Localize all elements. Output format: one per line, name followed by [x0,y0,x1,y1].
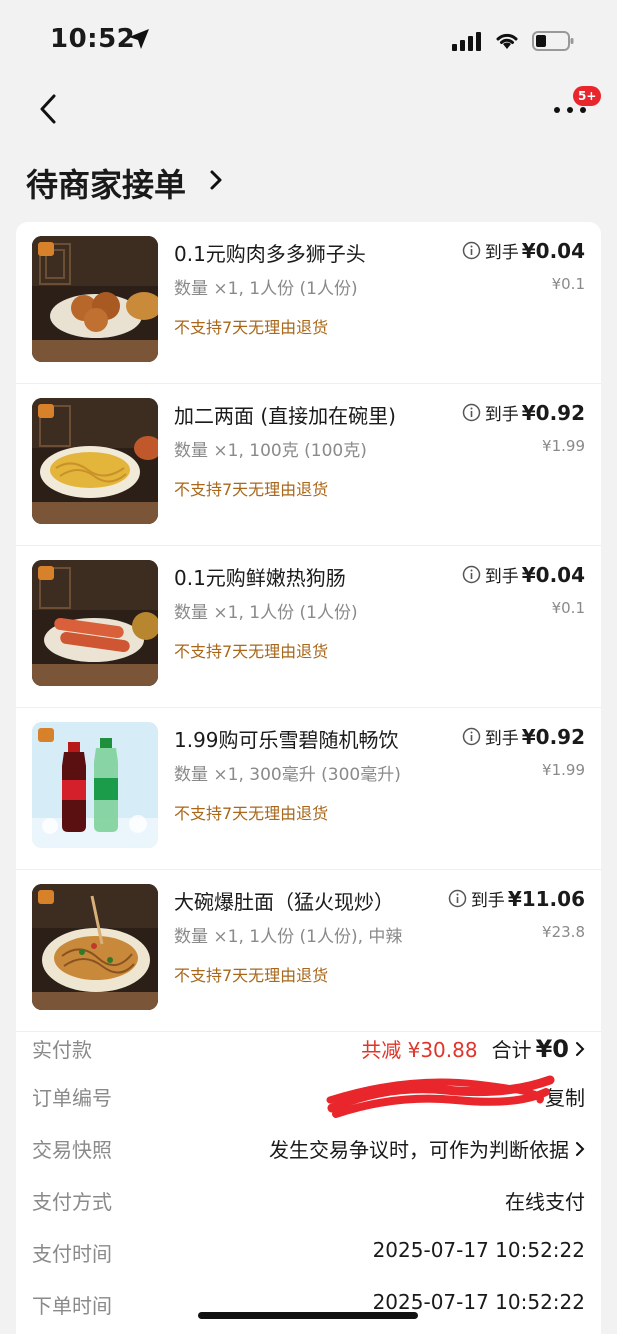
return-policy: 不支持7天无理由退货 [174,804,329,823]
snapshot-value[interactable]: 发生交易争议时，可作为判断依据 [269,1134,585,1163]
return-policy: 不支持7天无理由退货 [174,318,329,337]
order-time-label: 下单时间 [32,1294,112,1318]
payment-method-row: 支付方式 在线支付 [32,1180,585,1220]
net-price: ¥0.92 [521,400,585,425]
page-title[interactable]: 待商家接单 [26,160,186,206]
home-indicator[interactable] [198,1312,418,1319]
wifi-icon [496,33,518,49]
payment-time-value: 2025-07-17 10:52:22 [372,1238,585,1262]
paid-label: 实付款 [32,1038,92,1062]
cellular-signal-icon [452,32,481,51]
order-time-value: 2025-07-17 10:52:22 [372,1290,585,1314]
original-price: ¥1.99 [542,761,585,779]
item-quantity: 数量 ×1, 300毫升 (300毫升) [174,765,401,785]
item-name: 1.99购可乐雪碧随机畅饮 [174,728,399,752]
payment-method-label: 支付方式 [32,1190,112,1214]
chevron-right-icon [576,1041,585,1056]
order-card: 0.1元购肉多多狮子头 数量 ×1, 1人份 (1人份) 不支持7天无理由退货 … [16,222,601,1334]
item-quantity: 数量 ×1, 1人份 (1人份) [174,279,358,299]
product-image-tripe-noodles [32,884,158,1010]
product-image-meatball [32,236,158,362]
original-price: ¥0.1 [551,275,585,293]
list-item[interactable]: 1.99购可乐雪碧随机畅饮 数量 ×1, 300毫升 (300毫升) 不支持7天… [16,708,601,870]
status-time: 10:52 [50,24,136,54]
payment-time-row: 支付时间 2025-07-17 10:52:22 [32,1232,585,1272]
product-image-soda [32,722,158,848]
item-name: 大碗爆肚面（猛火现炒） [174,890,394,914]
status-bar: 10:52 [0,0,617,80]
return-policy: 不支持7天无理由退货 [174,966,329,985]
location-arrow-icon [129,29,149,49]
item-name: 0.1元购鲜嫩热狗肠 [174,566,346,590]
net-price: ¥0.04 [521,238,585,263]
price-box: 到手 ¥0.04 ¥0.1 [462,562,585,617]
original-price: ¥1.99 [542,437,585,455]
net-price-label: 到手 [470,891,505,911]
notification-badge: 5+ [573,86,602,106]
item-quantity: 数量 ×1, 100克 (100克) [174,441,367,461]
info-icon[interactable] [462,565,481,584]
info-icon[interactable] [462,241,481,260]
net-price-label: 到手 [484,567,519,587]
list-item[interactable]: 0.1元购肉多多狮子头 数量 ×1, 1人份 (1人份) 不支持7天无理由退货 … [16,222,601,384]
net-price: ¥0.04 [521,562,585,587]
price-box: 到手 ¥0.92 ¥1.99 [462,400,585,455]
snapshot-row[interactable]: 交易快照 发生交易争议时，可作为判断依据 [32,1128,585,1168]
item-name: 加二两面 (直接加在碗里) [174,404,396,428]
info-icon[interactable] [448,889,467,908]
back-arrow-icon[interactable] [34,92,64,126]
list-item[interactable]: 大碗爆肚面（猛火现炒） 数量 ×1, 1人份 (1人份), 中辣 不支持7天无理… [16,870,601,1032]
payment-method-value: 在线支付 [505,1190,585,1214]
battery-icon [532,31,574,51]
return-policy: 不支持7天无理由退货 [174,642,329,661]
net-price: ¥11.06 [507,886,585,911]
price-box: 到手 ¥0.04 ¥0.1 [462,238,585,293]
item-name: 0.1元购肉多多狮子头 [174,242,366,266]
discount-amount: 共减 ¥30.88 [361,1038,478,1062]
snapshot-label: 交易快照 [32,1138,112,1162]
original-price: ¥23.8 [542,923,585,941]
item-quantity: 数量 ×1, 1人份 (1人份) [174,603,358,623]
total-amount: ¥0 [535,1034,569,1063]
net-price-label: 到手 [484,243,519,263]
return-policy: 不支持7天无理由退货 [174,480,329,499]
item-quantity: 数量 ×1, 1人份 (1人份), 中辣 [174,927,403,947]
chevron-right-icon [576,1141,585,1156]
info-icon[interactable] [462,403,481,422]
paid-amount-row[interactable]: 实付款 共减 ¥30.88 合计 ¥0 [32,1028,585,1068]
net-price-label: 到手 [484,729,519,749]
list-item[interactable]: 0.1元购鲜嫩热狗肠 数量 ×1, 1人份 (1人份) 不支持7天无理由退货 到… [16,546,601,708]
paid-value[interactable]: 共减 ¥30.88 合计 ¥0 [361,1034,585,1063]
net-price-label: 到手 [484,405,519,425]
original-price: ¥0.1 [551,599,585,617]
product-image-hotdog [32,560,158,686]
chevron-right-icon[interactable] [208,168,224,192]
total-label: 合计 [491,1038,532,1062]
price-box: 到手 ¥0.92 ¥1.99 [462,724,585,779]
net-price: ¥0.92 [521,724,585,749]
payment-time-label: 支付时间 [32,1242,112,1266]
info-icon[interactable] [462,727,481,746]
price-box: 到手 ¥11.06 ¥23.8 [448,886,585,941]
product-image-noodles [32,398,158,524]
snapshot-text: 发生交易争议时，可作为判断依据 [269,1138,569,1162]
list-item[interactable]: 加二两面 (直接加在碗里) 数量 ×1, 100克 (100克) 不支持7天无理… [16,384,601,546]
order-number-label: 订单编号 [32,1086,112,1110]
redaction-scribble [326,1075,555,1118]
